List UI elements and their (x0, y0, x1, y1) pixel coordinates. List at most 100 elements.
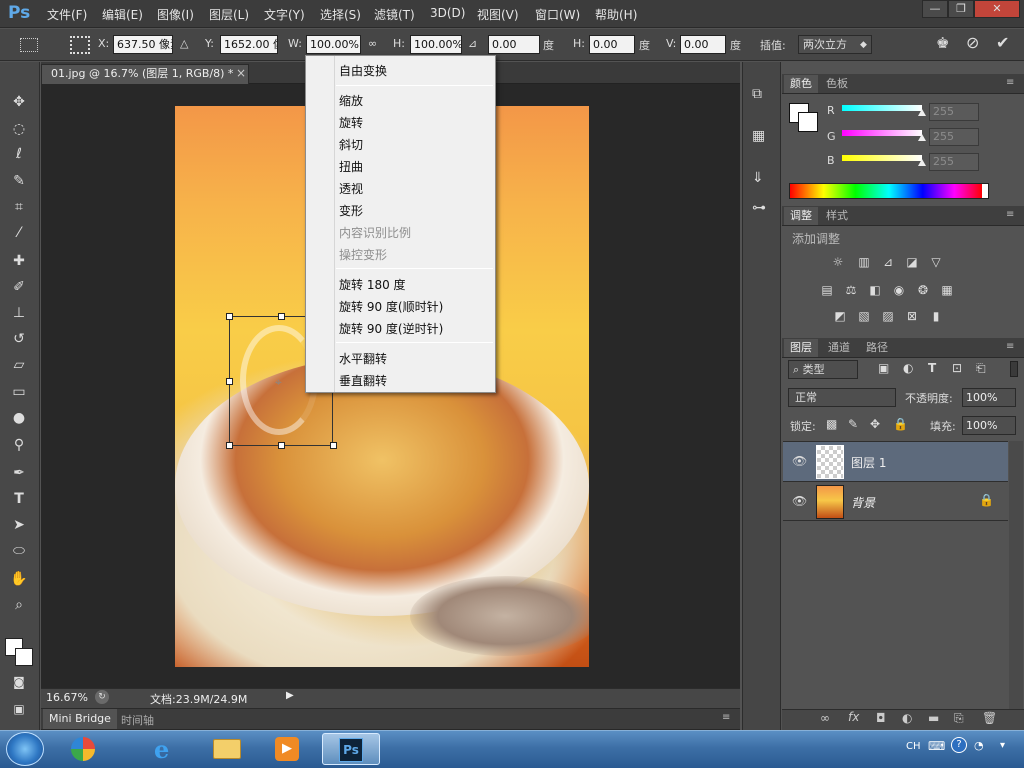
threshold-icon[interactable]: ▨ (879, 309, 897, 323)
link-icon[interactable]: ∞ (368, 37, 377, 50)
channel-mixer-icon[interactable]: ❂ (914, 283, 932, 297)
blend-mode-select[interactable]: 正常 (788, 388, 896, 407)
taskbar-app-media-player[interactable]: ▶ (266, 733, 308, 765)
zoom-level[interactable]: 16.67% (46, 691, 88, 704)
new-group-icon[interactable]: ▬ (928, 711, 939, 725)
close-button[interactable]: ✕ (974, 0, 1020, 18)
exposure-icon[interactable]: ◪ (903, 255, 921, 269)
r-value-field[interactable]: 255 (929, 103, 979, 121)
menu-item-rotate-90-ccw[interactable]: 旋转 90 度(逆时针) (339, 320, 443, 337)
language-indicator[interactable]: CH (906, 741, 921, 752)
layer-filter-select[interactable]: ⌕ 类型 (788, 360, 858, 379)
posterize-icon[interactable]: ▧ (855, 309, 873, 323)
black-white-icon[interactable]: ◧ (866, 283, 884, 297)
lock-all-icon[interactable]: 🔒 (893, 417, 908, 431)
panel-menu-icon[interactable]: ≡ (722, 712, 730, 723)
menu-item-flip-horizontal[interactable]: 水平翻转 (339, 350, 387, 367)
menu-item-perspective[interactable]: 透视 (339, 180, 363, 197)
menu-item-scale[interactable]: 缩放 (339, 92, 363, 109)
transform-center-icon[interactable]: ⌖ (275, 375, 282, 390)
b-value-field[interactable]: 255 (929, 153, 979, 171)
menu-item-distort[interactable]: 扭曲 (339, 158, 363, 175)
tool-presets-icon[interactable]: ⇓ (752, 170, 764, 186)
brightness-icon[interactable]: ☼ (829, 255, 847, 269)
w-field[interactable]: 100.00% (306, 35, 361, 54)
taskbar-app-media[interactable] (62, 733, 104, 765)
tab-channels[interactable]: 通道 (822, 339, 856, 357)
close-tab-icon[interactable]: × (236, 66, 246, 80)
add-mask-icon[interactable]: ◘ (876, 711, 886, 725)
selective-color-icon[interactable]: ⊠ (903, 309, 921, 323)
taskbar-app-ie[interactable]: e (144, 733, 186, 765)
menu-3d[interactable]: 3D(D) (430, 6, 465, 20)
pen-tool-icon[interactable]: ✒ (6, 462, 32, 484)
minimize-button[interactable]: — (922, 0, 948, 18)
start-button[interactable] (6, 732, 44, 766)
help-icon[interactable]: ? (951, 737, 967, 753)
lasso-tool-icon[interactable]: ℓ (6, 143, 32, 165)
menu-layer[interactable]: 图层(L) (209, 6, 249, 23)
vskew-field[interactable]: 0.00 (680, 35, 726, 54)
transform-handle[interactable] (330, 442, 337, 449)
menu-help[interactable]: 帮助(H) (595, 6, 637, 23)
menu-item-rotate[interactable]: 旋转 (339, 114, 363, 131)
blur-tool-icon[interactable]: ● (6, 407, 32, 429)
brush-tool-icon[interactable]: ✐ (6, 276, 32, 298)
menu-item-skew[interactable]: 斜切 (339, 136, 363, 153)
tab-color[interactable]: 颜色 (784, 75, 818, 93)
menu-item-rotate-180[interactable]: 旋转 180 度 (339, 276, 406, 293)
r-slider-thumb[interactable] (918, 109, 926, 116)
share-icon[interactable]: ↻ (95, 690, 109, 704)
fill-field[interactable]: 100% (962, 416, 1016, 435)
menu-view[interactable]: 视图(V) (477, 6, 519, 23)
tray-expand-icon[interactable]: ▾ (1000, 740, 1005, 751)
stamp-tool-icon[interactable]: ⊥ (6, 302, 32, 324)
delta-icon[interactable]: △ (180, 37, 188, 50)
menu-image[interactable]: 图像(I) (157, 6, 194, 23)
new-layer-icon[interactable]: ⎘ (954, 711, 964, 726)
link-layers-icon[interactable]: ∞ (820, 711, 830, 725)
commit-transform-icon[interactable]: ✔ (996, 33, 1009, 52)
layer-row[interactable]: 👁 图层 1 (783, 441, 1008, 481)
path-select-tool-icon[interactable]: ➤ (6, 514, 32, 536)
type-tool-icon[interactable]: T (6, 488, 32, 510)
move-tool-icon[interactable]: ✥ (6, 91, 32, 113)
filter-shape-icon[interactable]: ⊡ (952, 361, 962, 375)
filter-toggle[interactable] (1010, 361, 1018, 377)
y-field[interactable]: 1652.00 像素 (220, 35, 278, 54)
color-spectrum-bar[interactable] (789, 183, 989, 199)
tab-paths[interactable]: 路径 (860, 339, 894, 357)
g-value-field[interactable]: 255 (929, 128, 979, 146)
marquee-tool-icon[interactable]: ◌ (6, 118, 32, 140)
taskbar-app-explorer[interactable] (205, 733, 247, 765)
levels-icon[interactable]: ▥ (855, 255, 873, 269)
vibrance-icon[interactable]: ▽ (927, 255, 945, 269)
photo-filter-icon[interactable]: ◉ (890, 283, 908, 297)
layer-style-icon[interactable]: fx (848, 710, 859, 724)
curves-icon[interactable]: ⊿ (879, 255, 897, 269)
healing-brush-tool-icon[interactable]: ✚ (6, 250, 32, 272)
dodge-tool-icon[interactable]: ⚲ (6, 434, 32, 456)
rotation-field[interactable]: 0.00 (488, 35, 540, 54)
crop-tool-icon[interactable]: ⌗ (6, 196, 32, 218)
gradient-tool-icon[interactable]: ▭ (6, 381, 32, 403)
h-field[interactable]: 100.00% (410, 35, 462, 54)
g-slider-thumb[interactable] (918, 134, 926, 141)
warp-mode-icon[interactable]: ♚ (936, 34, 949, 52)
x-field[interactable]: 637.50 像素 (113, 35, 173, 54)
properties-panel-icon[interactable]: ⊶ (752, 200, 766, 216)
cancel-transform-icon[interactable]: ⊘ (966, 33, 979, 52)
hskew-field[interactable]: 0.00 (589, 35, 635, 54)
layer-name[interactable]: 图层 1 (851, 454, 886, 471)
transform-handle[interactable] (278, 313, 285, 320)
background-color-chip[interactable] (798, 112, 818, 132)
quick-mask-icon[interactable]: ◙ (6, 671, 32, 693)
ellipse-tool-icon[interactable]: ⬭ (6, 540, 32, 562)
menu-edit[interactable]: 编辑(E) (102, 6, 143, 23)
history-brush-tool-icon[interactable]: ↺ (6, 328, 32, 350)
filter-type-icon[interactable]: T (928, 361, 936, 375)
transform-handle[interactable] (278, 442, 285, 449)
menu-window[interactable]: 窗口(W) (535, 6, 580, 23)
zoom-tool-icon[interactable]: ⌕ (6, 594, 32, 616)
hue-saturation-icon[interactable]: ▤ (818, 283, 836, 297)
